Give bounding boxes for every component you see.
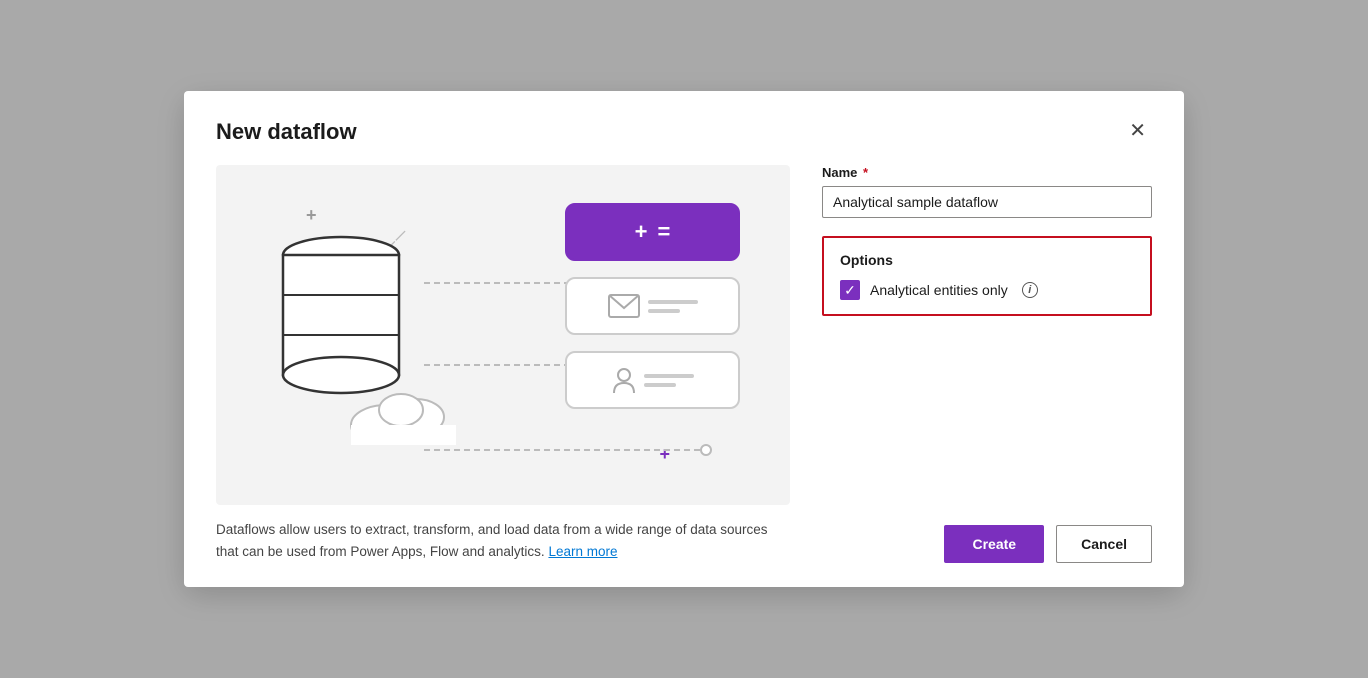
line2 (644, 383, 676, 387)
new-dataflow-modal: New dataflow ✕ + + + — — — — (184, 91, 1184, 586)
mail-card-lines (648, 300, 698, 313)
line1 (648, 300, 698, 304)
name-label: Name * (822, 165, 1152, 180)
modal-footer: Create Cancel (822, 525, 1152, 563)
create-button[interactable]: Create (944, 525, 1044, 563)
modal-title: New dataflow (216, 119, 357, 145)
add-card: + = (565, 203, 740, 261)
illustration: + + + — — — — (216, 165, 790, 505)
deco-plus-bottomright: + (659, 444, 670, 465)
learn-more-link[interactable]: Learn more (548, 544, 617, 559)
line1 (644, 374, 694, 378)
modal-overlay: New dataflow ✕ + + + — — — — (0, 0, 1368, 678)
modal-header: New dataflow ✕ (216, 119, 1152, 145)
analytical-entities-row: ✓ Analytical entities only i (840, 280, 1134, 300)
analytical-entities-checkbox[interactable]: ✓ (840, 280, 860, 300)
line2 (648, 309, 680, 313)
required-indicator: * (859, 165, 868, 180)
equals-icon: = (658, 219, 671, 245)
person-icon (612, 367, 636, 393)
plus-icon: + (635, 219, 648, 245)
cancel-button[interactable]: Cancel (1056, 525, 1152, 563)
mail-icon (608, 294, 640, 318)
options-title: Options (840, 252, 1134, 268)
modal-body: + + + — — — — (216, 165, 1152, 562)
person-card (565, 351, 740, 409)
person-card-lines (644, 374, 694, 387)
checkmark-icon: ✓ (844, 283, 856, 297)
card-icon: + = (635, 219, 671, 245)
mail-card (565, 277, 740, 335)
options-box: Options ✓ Analytical entities only i (822, 236, 1152, 316)
cloud-icon (346, 375, 466, 450)
info-icon[interactable]: i (1022, 282, 1038, 298)
right-panel: Name * Options ✓ Analytical entities onl… (822, 165, 1152, 562)
close-button[interactable]: ✕ (1123, 119, 1152, 143)
cards-group: + = (565, 203, 740, 409)
description-text: Dataflows allow users to extract, transf… (216, 519, 790, 562)
name-input[interactable] (822, 186, 1152, 218)
deco-plus-topleft: + (306, 205, 317, 226)
left-panel: + + + — — — — (216, 165, 790, 562)
analytical-entities-label: Analytical entities only (870, 282, 1008, 298)
